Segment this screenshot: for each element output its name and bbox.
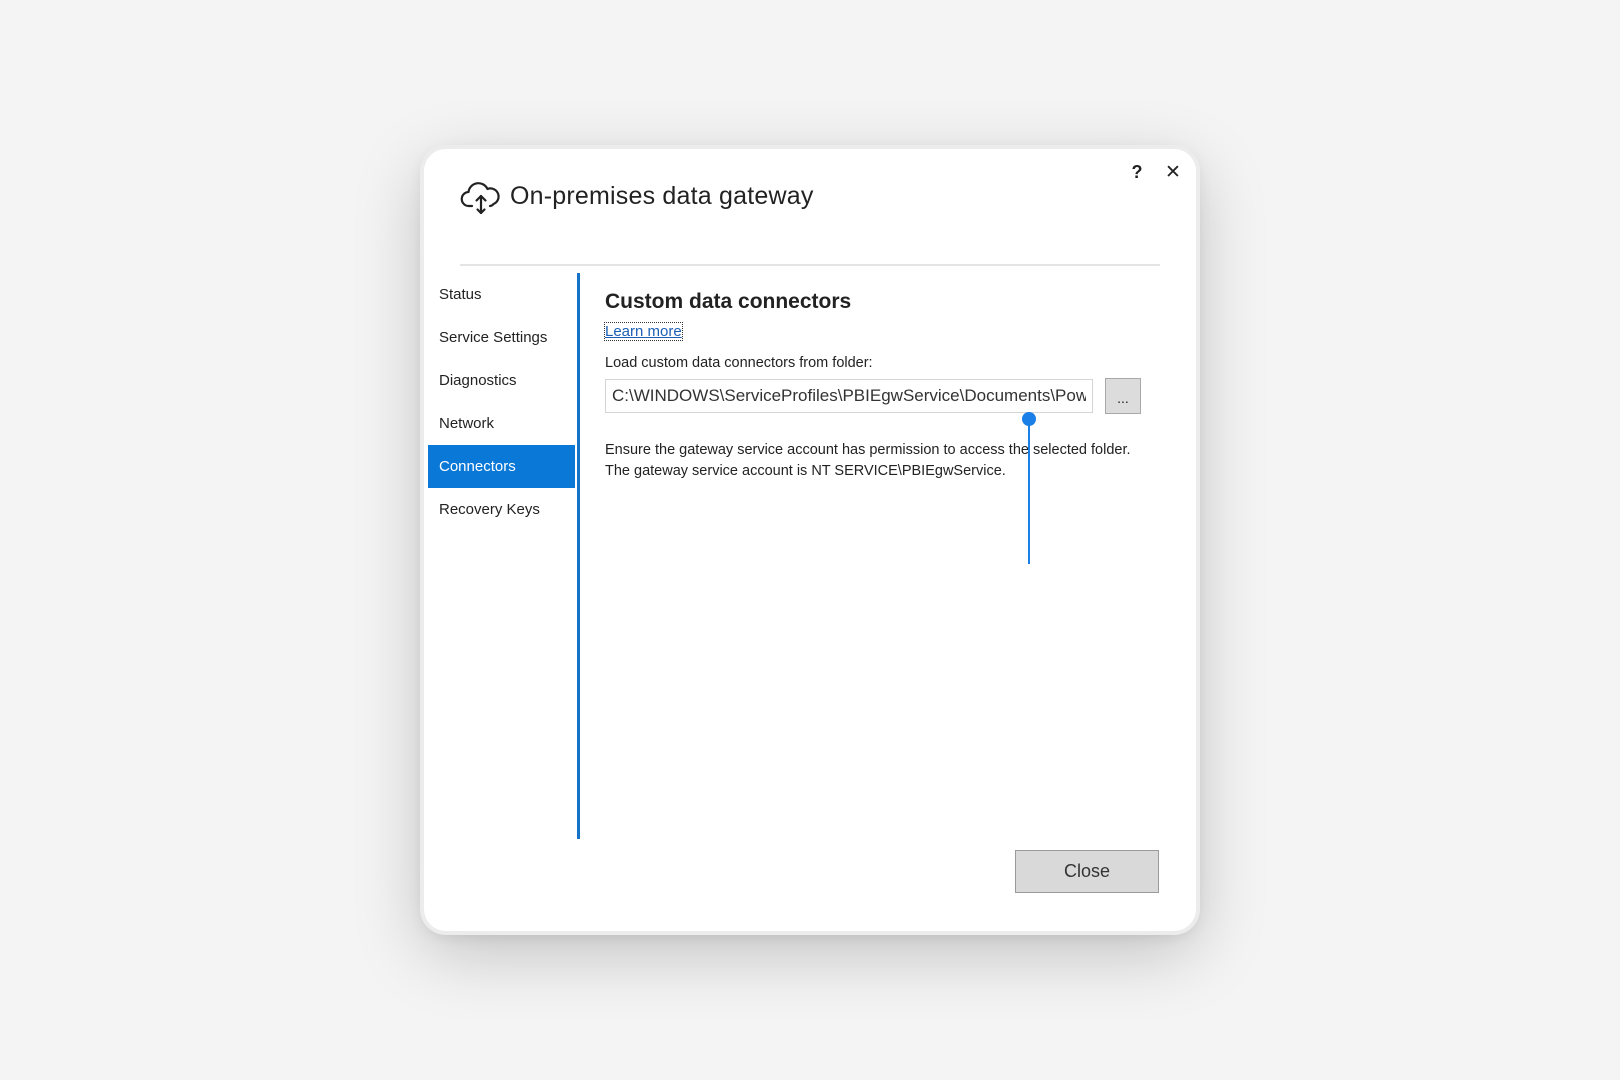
section-title: Custom data connectors [605, 290, 852, 313]
sidebar-item-network[interactable]: Network [428, 402, 575, 445]
text-cursor-handle[interactable] [1022, 412, 1036, 426]
permission-info-line-1: Ensure the gateway service account has p… [605, 442, 1131, 458]
close-button[interactable]: Close [1015, 850, 1159, 893]
screen: On-premises data gateway ? ✕ Status Serv… [0, 0, 1620, 1080]
connectors-panel: Custom data connectors Learn more Load c… [604, 289, 1165, 482]
title-separator [460, 264, 1160, 266]
permission-info-line-2: The gateway service account is NT SERVIC… [605, 463, 1006, 479]
sidebar-item-status[interactable]: Status [428, 273, 575, 316]
learn-more-link[interactable]: Learn more [604, 322, 683, 341]
sidebar-nav: Status Service Settings Diagnostics Netw… [428, 273, 575, 531]
close-icon[interactable]: ✕ [1160, 159, 1186, 185]
nav-divider [577, 273, 580, 839]
gateway-dialog: On-premises data gateway ? ✕ Status Serv… [424, 149, 1196, 931]
browse-button[interactable]: ... [1105, 378, 1141, 414]
help-button[interactable]: ? [1124, 159, 1150, 185]
cloud-upload-icon [460, 175, 502, 217]
folder-path-input[interactable] [605, 379, 1093, 413]
sidebar-item-diagnostics[interactable]: Diagnostics [428, 359, 575, 402]
path-row: ... [605, 378, 1165, 414]
sidebar-item-recovery-keys[interactable]: Recovery Keys [428, 488, 575, 531]
folder-label: Load custom data connectors from folder: [605, 355, 873, 371]
permission-info: Ensure the gateway service account has p… [605, 440, 1165, 482]
dialog-title: On-premises data gateway [510, 181, 814, 210]
sidebar-item-connectors[interactable]: Connectors [428, 445, 575, 488]
sidebar-item-service-settings[interactable]: Service Settings [428, 316, 575, 359]
title-area: On-premises data gateway [460, 175, 814, 217]
text-cursor-line [1028, 418, 1030, 564]
